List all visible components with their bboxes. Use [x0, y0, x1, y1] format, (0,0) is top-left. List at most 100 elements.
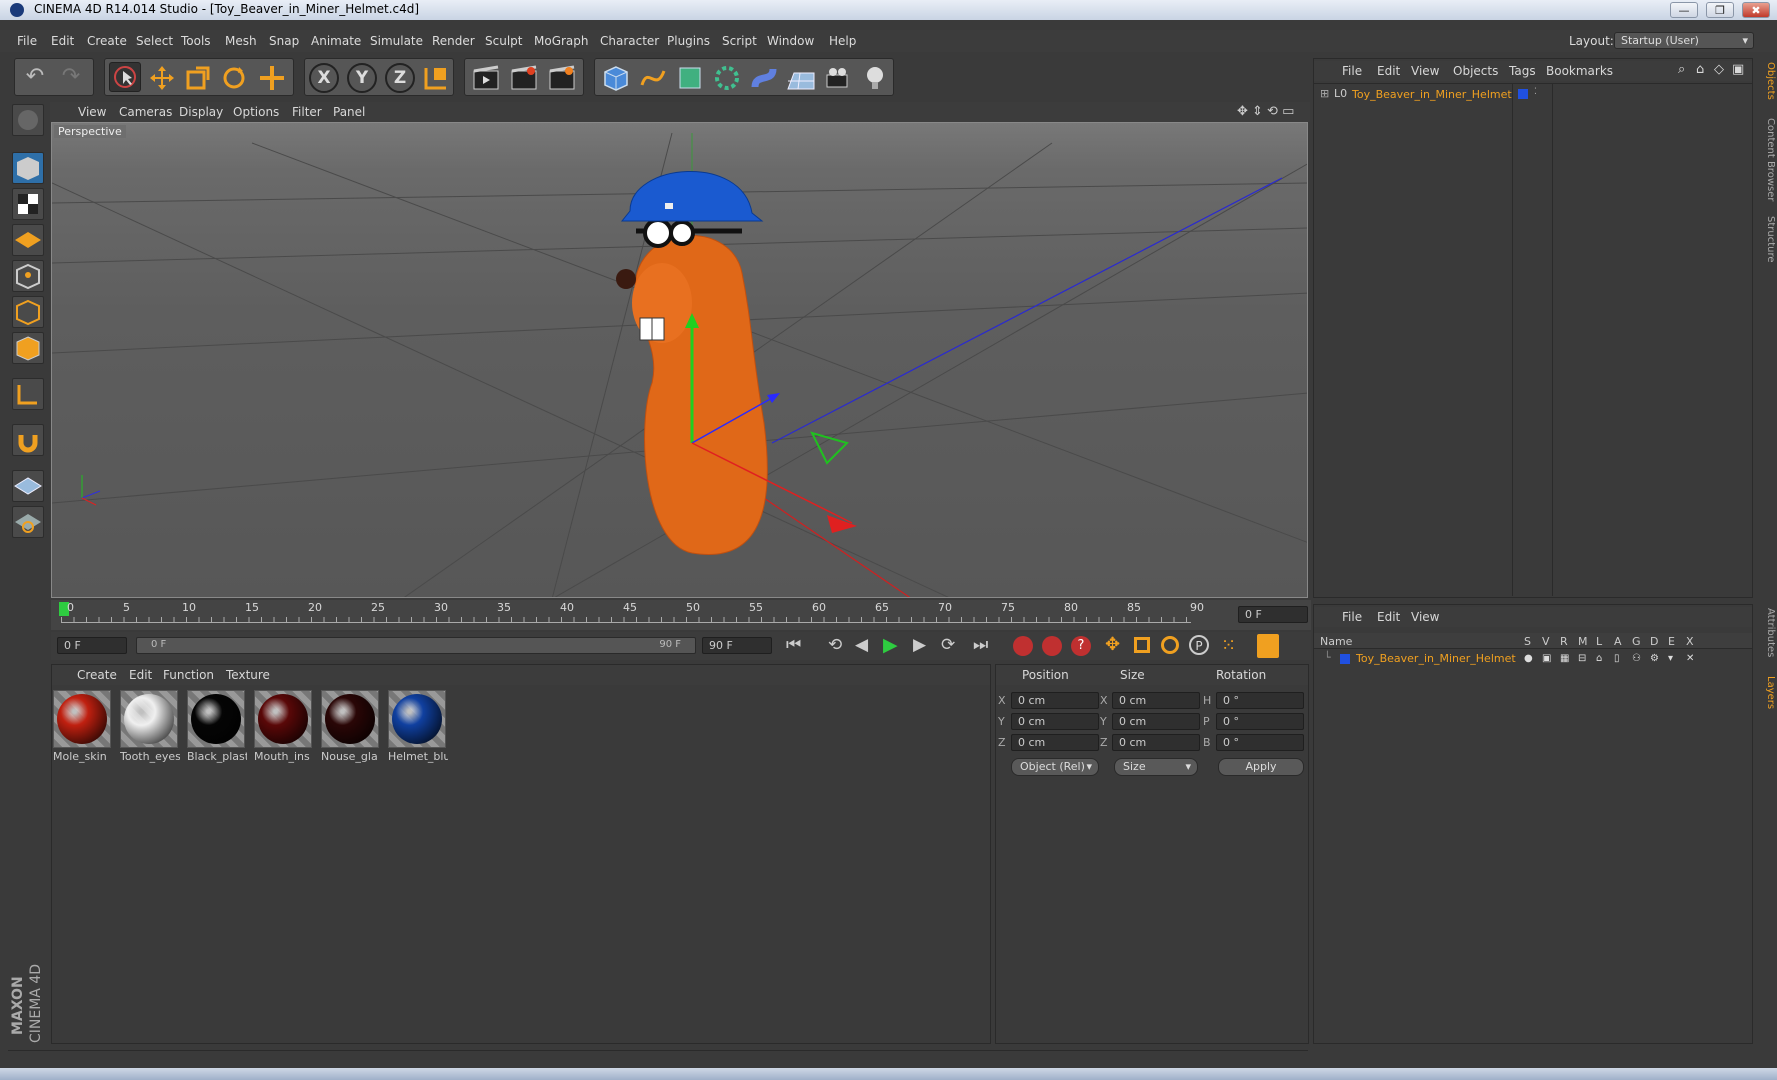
workplane-lock-icon[interactable]	[12, 470, 44, 502]
scale-tool-icon[interactable]	[185, 65, 211, 91]
rotate-tool-icon[interactable]	[221, 65, 247, 91]
move-tool-icon[interactable]	[147, 63, 177, 93]
size-field[interactable]: 0 cm	[1112, 734, 1200, 751]
menu-window[interactable]: Window	[767, 34, 814, 48]
apply-button[interactable]: Apply	[1218, 758, 1304, 776]
spline-icon[interactable]	[638, 63, 668, 93]
layers-menu-edit[interactable]: Edit	[1377, 610, 1400, 624]
autokeying-icon[interactable]	[1042, 636, 1062, 656]
viewport-perspective[interactable]: Perspective	[51, 122, 1308, 598]
key-rotation-icon[interactable]	[1161, 636, 1179, 654]
go-to-start-icon[interactable]: ⏮	[786, 635, 801, 655]
layer-row[interactable]: └ Toy_Beaver_in_Miner_Helmet	[1318, 651, 1748, 667]
rotation-field[interactable]: 0 °	[1216, 713, 1304, 730]
menu-help[interactable]: Help	[829, 34, 856, 48]
rotation-field[interactable]: 0 °	[1216, 692, 1304, 709]
material-swatch[interactable]: Black_plast	[187, 690, 247, 768]
menu-create[interactable]: Create	[87, 34, 127, 48]
add-tool-icon[interactable]	[257, 64, 287, 92]
menu-edit[interactable]: Edit	[51, 34, 74, 48]
y-axis-button[interactable]: Y	[347, 63, 377, 93]
side-tab-layers[interactable]: Layers	[1758, 676, 1776, 716]
rotation-field[interactable]: 0 °	[1216, 734, 1304, 751]
start-frame-field[interactable]: 0 F	[57, 637, 127, 654]
objects-menu-view[interactable]: View	[1411, 64, 1439, 78]
layer-column-header[interactable]: L	[1596, 635, 1602, 648]
layout-select[interactable]: Startup (User) ▾	[1614, 32, 1754, 49]
position-field[interactable]: 0 cm	[1011, 692, 1099, 709]
z-axis-button[interactable]: Z	[385, 63, 415, 93]
viewport-menu-panel[interactable]: Panel	[333, 105, 365, 119]
layer-name[interactable]: Toy_Beaver_in_Miner_Helmet	[1356, 652, 1516, 665]
edges-mode-icon[interactable]	[12, 296, 44, 328]
keyframe-selection-icon[interactable]: ?	[1071, 636, 1091, 656]
current-frame-field[interactable]: 0 F	[1238, 606, 1308, 623]
layer-column-header[interactable]: D	[1650, 635, 1658, 648]
position-field[interactable]: 0 cm	[1011, 713, 1099, 730]
objects-menu-edit[interactable]: Edit	[1377, 64, 1400, 78]
selection-tool-icon[interactable]	[109, 62, 141, 92]
play-icon[interactable]: ▶	[883, 634, 898, 656]
layer-column-header[interactable]: Name	[1320, 635, 1352, 648]
size-mode-select[interactable]: Size ▾	[1114, 758, 1198, 776]
object-row[interactable]: ⊞ L0 Toy_Beaver_in_Miner_Helmet	[1318, 87, 1512, 103]
points-mode-icon[interactable]	[12, 260, 44, 292]
step-back-icon[interactable]: ◀	[855, 635, 868, 655]
key-pla-icon[interactable]: ⁙	[1221, 635, 1236, 656]
render-view-icon[interactable]	[471, 63, 501, 93]
menu-select[interactable]: Select	[136, 34, 173, 48]
menu-sculpt[interactable]: Sculpt	[485, 34, 522, 48]
search-icon[interactable]: ⌕	[1678, 62, 1685, 77]
material-menu-edit[interactable]: Edit	[129, 668, 152, 682]
render-picture-viewer-icon[interactable]	[509, 63, 539, 93]
next-key-icon[interactable]: ⟳	[941, 635, 955, 655]
material-menu-function[interactable]: Function	[163, 668, 214, 682]
menu-file[interactable]: File	[17, 34, 37, 48]
menu-character[interactable]: Character	[600, 34, 659, 48]
objects-menu-tags[interactable]: Tags	[1509, 64, 1536, 78]
key-scale-icon[interactable]	[1134, 637, 1150, 653]
menu-plugins[interactable]: Plugins	[667, 34, 710, 48]
objects-menu-objects[interactable]: Objects	[1453, 64, 1498, 78]
menu-mograph[interactable]: MoGraph	[534, 34, 589, 48]
objects-menu-bookmarks[interactable]: Bookmarks	[1546, 64, 1613, 78]
array-icon[interactable]	[712, 63, 742, 93]
end-frame-field[interactable]: 90 F	[702, 637, 772, 654]
menu-mesh[interactable]: Mesh	[225, 34, 257, 48]
layer-color-swatch[interactable]	[1518, 89, 1528, 99]
material-swatch[interactable]: Mole_skin	[53, 690, 113, 768]
layer-column-header[interactable]: V	[1542, 635, 1550, 648]
cube-icon[interactable]	[601, 63, 631, 93]
material-swatch[interactable]: Nouse_gla	[321, 690, 381, 768]
layer-column-header[interactable]: M	[1578, 635, 1588, 648]
viewport-menu-display[interactable]: Display	[179, 105, 223, 119]
timeline-ruler[interactable]: 0 5 10 15 20 25 30 35 40 45 50 55 60 65 …	[51, 600, 1311, 630]
viewport-menu-view[interactable]: View	[78, 105, 106, 119]
layers-menu-view[interactable]: View	[1411, 610, 1439, 624]
size-field[interactable]: 0 cm	[1112, 713, 1200, 730]
viewport-menu-filter[interactable]: Filter	[292, 105, 322, 119]
viewport-menu-cameras[interactable]: Cameras	[119, 105, 172, 119]
redo-icon[interactable]: ↷	[57, 64, 85, 90]
go-to-end-icon[interactable]: ⏭	[973, 635, 988, 655]
planar-workplane-icon[interactable]	[12, 506, 44, 538]
frame-range-slider[interactable]: 0 F 90 F	[136, 637, 696, 654]
home-icon[interactable]: ⌂	[1696, 62, 1704, 77]
previous-key-icon[interactable]: ⟲	[828, 635, 842, 655]
new-window-icon[interactable]: ▣	[1732, 62, 1744, 77]
menu-script[interactable]: Script	[722, 34, 757, 48]
light-icon[interactable]	[860, 63, 890, 93]
key-position-icon[interactable]: ✥	[1105, 634, 1120, 655]
record-keys-icon[interactable]	[1013, 636, 1033, 656]
menu-animate[interactable]: Animate	[311, 34, 361, 48]
layer-column-header[interactable]: R	[1560, 635, 1568, 648]
snap-magnet-icon[interactable]	[12, 424, 44, 456]
viewport-menu-options[interactable]: Options	[233, 105, 279, 119]
material-swatch[interactable]: Mouth_ins	[254, 690, 314, 768]
undo-icon[interactable]: ↶	[21, 64, 49, 90]
expand-icon[interactable]: ⊞	[1320, 87, 1329, 100]
layer-column-header[interactable]: E	[1668, 635, 1675, 648]
material-menu-create[interactable]: Create	[77, 668, 117, 682]
timeline-window-icon[interactable]	[1257, 634, 1279, 658]
key-parameter-icon[interactable]: P	[1189, 635, 1209, 655]
